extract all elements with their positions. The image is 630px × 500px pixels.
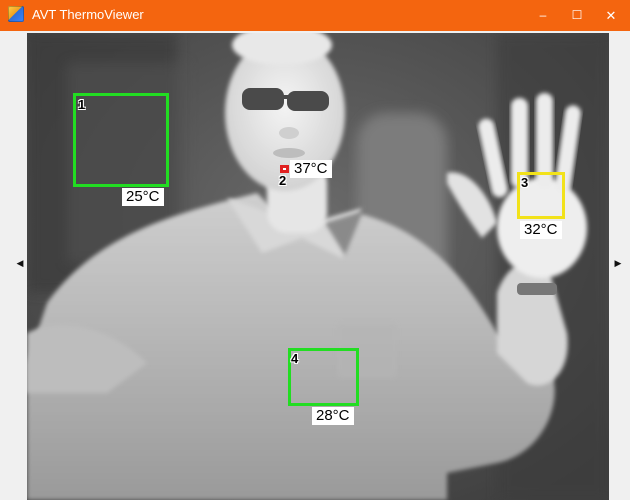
title-bar: AVT ThermoViewer – ☐ ✕ [0, 0, 630, 31]
minimize-button[interactable]: – [526, 0, 560, 31]
roi-box-4[interactable] [288, 348, 359, 406]
roi-id-label-4: 4 [291, 351, 299, 366]
roi-id-label-1: 1 [78, 97, 86, 112]
roi-box-1[interactable] [73, 93, 169, 187]
roi-temperature-label-3: 32°C [520, 221, 562, 239]
app-icon [8, 6, 24, 22]
window-title: AVT ThermoViewer [32, 7, 144, 22]
roi-id-label-2: 2 [279, 173, 287, 188]
maximize-button[interactable]: ☐ [560, 0, 594, 31]
roi-id-label-3: 3 [521, 175, 529, 190]
roi-temperature-label-1: 25°C [122, 188, 164, 206]
roi-spot-marker-2[interactable] [280, 165, 289, 173]
close-button[interactable]: ✕ [594, 0, 628, 31]
roi-temperature-label-2: 37°C [290, 160, 332, 178]
next-image-arrow-icon[interactable]: ▶ [612, 256, 624, 270]
previous-image-arrow-icon[interactable]: ◀ [14, 256, 26, 270]
roi-temperature-label-4: 28°C [312, 407, 354, 425]
